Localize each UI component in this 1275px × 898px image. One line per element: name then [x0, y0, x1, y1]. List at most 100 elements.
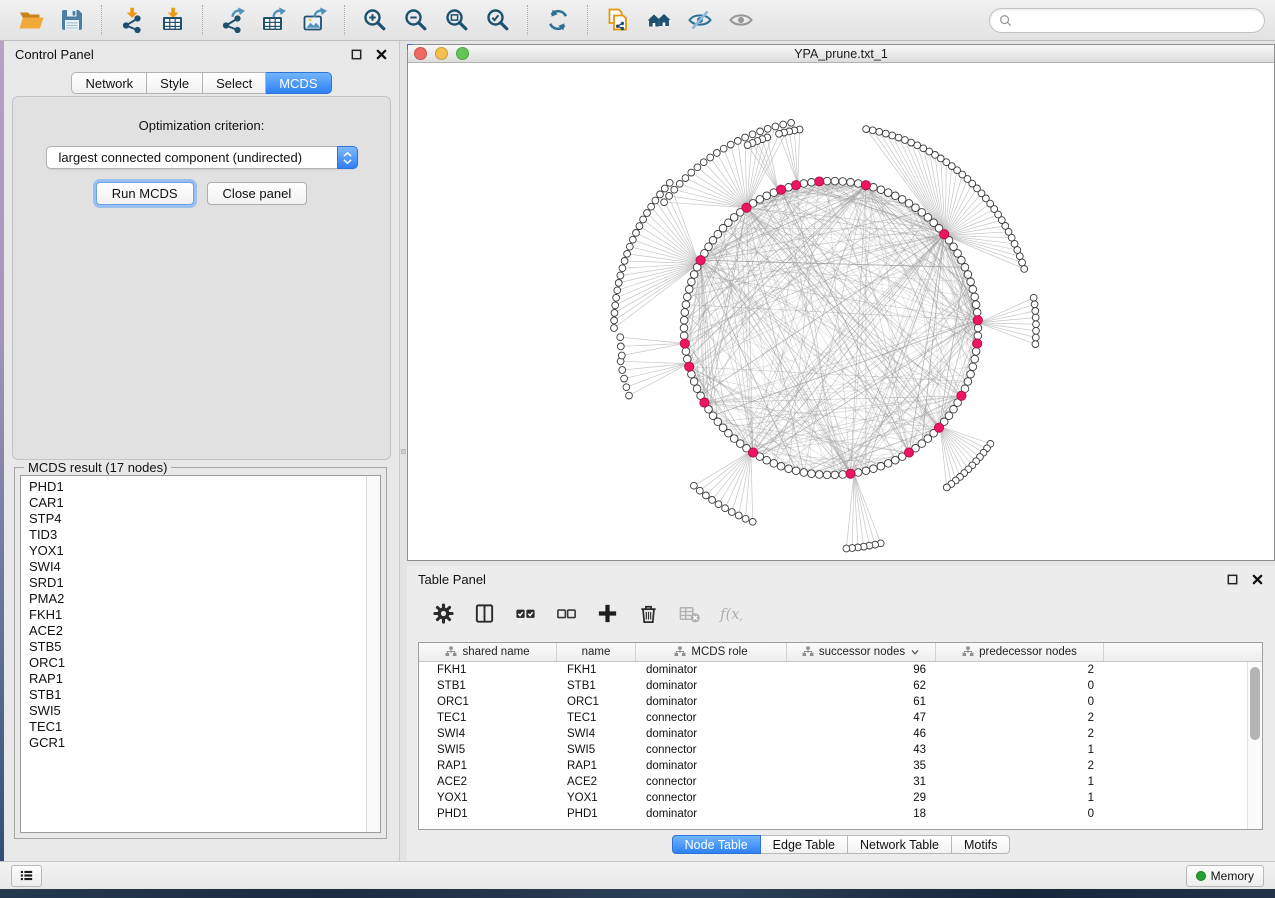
float-table-panel-button[interactable]	[1225, 572, 1239, 586]
zoom-fit-button[interactable]	[438, 4, 475, 37]
column-header-predecessor-nodes[interactable]: predecessor nodes	[936, 643, 1104, 661]
run-mcds-button[interactable]: Run MCDS	[96, 182, 194, 205]
tab-network[interactable]: Network	[71, 72, 147, 94]
zoom-out-button[interactable]	[397, 4, 434, 37]
network-graph	[408, 63, 1274, 560]
table-cell: STB1	[557, 680, 636, 692]
add-row-button[interactable]	[594, 600, 620, 626]
open-session-button[interactable]	[12, 4, 49, 37]
function-builder-button[interactable]: f(x)	[717, 600, 743, 626]
column-header-filler	[1104, 643, 1262, 661]
close-panel-button[interactable]	[374, 47, 388, 61]
result-list-item[interactable]: GCR1	[29, 735, 366, 751]
mcds-result-list[interactable]: PHD1CAR1STP4TID3YOX1SWI4SRD1PMA2FKH1ACE2…	[20, 475, 381, 833]
zoom-in-button[interactable]	[356, 4, 393, 37]
result-list-item[interactable]: PMA2	[29, 591, 366, 607]
result-list-item[interactable]: CAR1	[29, 495, 366, 511]
task-history-button[interactable]	[11, 865, 42, 887]
table-row[interactable]: FKH1FKH1dominator962	[419, 662, 1262, 678]
tab-style[interactable]: Style	[147, 72, 203, 94]
export-image-button[interactable]	[296, 4, 333, 37]
table-cell: ACE2	[419, 776, 557, 788]
table-row[interactable]: YOX1YOX1connector291	[419, 790, 1262, 806]
close-table-panel-button[interactable]	[1250, 572, 1264, 586]
table-scrollbar[interactable]	[1247, 662, 1262, 829]
network-overview-button[interactable]	[640, 4, 677, 37]
desktop-background-strip	[0, 41, 4, 880]
column-type-icon	[445, 646, 457, 658]
export-network-button[interactable]	[214, 4, 251, 37]
table-cell: 0	[936, 696, 1104, 708]
table-cell: 18	[787, 808, 936, 820]
table-cell: 1	[936, 776, 1104, 788]
table-cell: 31	[787, 776, 936, 788]
table-cell: SWI5	[419, 744, 557, 756]
tab-node-table[interactable]: Node Table	[672, 835, 761, 854]
table-row[interactable]: SWI5SWI5connector431	[419, 742, 1262, 758]
close-panel-action-button[interactable]: Close panel	[207, 182, 308, 205]
result-list-item[interactable]: SWI5	[29, 703, 366, 719]
memory-button[interactable]: Memory	[1186, 865, 1264, 887]
table-cell: 47	[787, 712, 936, 724]
tab-mcds[interactable]: MCDS	[266, 72, 331, 94]
close-window-button[interactable]	[414, 47, 427, 60]
table-scrollbar-thumb[interactable]	[1250, 667, 1260, 740]
search-box[interactable]	[989, 8, 1265, 33]
maximize-window-button[interactable]	[456, 47, 469, 60]
export-table-button[interactable]	[255, 4, 292, 37]
duplicate-network-button[interactable]	[599, 4, 636, 37]
column-header-name[interactable]: name	[557, 643, 636, 661]
result-list-item[interactable]: ORC1	[29, 655, 366, 671]
minimize-window-button[interactable]	[435, 47, 448, 60]
table-settings-button[interactable]	[430, 600, 456, 626]
duplicate-network-icon	[605, 7, 631, 33]
column-header-MCDS-role[interactable]: MCDS role	[636, 643, 787, 661]
result-list-item[interactable]: TEC1	[29, 719, 366, 735]
result-list-item[interactable]: SRD1	[29, 575, 366, 591]
mcds-result-scrollbar[interactable]	[366, 476, 380, 832]
show-graphics-details-button[interactable]	[722, 4, 759, 37]
table-cell: connector	[636, 776, 787, 788]
tab-network-table[interactable]: Network Table	[848, 835, 952, 854]
select-all-button[interactable]	[512, 600, 538, 626]
tab-edge-table[interactable]: Edge Table	[761, 835, 848, 854]
network-canvas[interactable]	[408, 63, 1274, 560]
tab-motifs[interactable]: Motifs	[952, 835, 1010, 854]
table-row[interactable]: SWI4SWI4dominator462	[419, 726, 1262, 742]
import-table-button[interactable]	[154, 4, 191, 37]
table-row[interactable]: ORC1ORC1dominator610	[419, 694, 1262, 710]
column-header-shared-name[interactable]: shared name	[419, 643, 557, 661]
table-row[interactable]: TEC1TEC1connector472	[419, 710, 1262, 726]
clear-table-button[interactable]	[676, 600, 702, 626]
table-settings-icon	[432, 602, 455, 625]
delete-row-button[interactable]	[635, 600, 661, 626]
import-network-button[interactable]	[113, 4, 150, 37]
show-columns-button[interactable]	[471, 600, 497, 626]
table-row[interactable]: RAP1RAP1dominator352	[419, 758, 1262, 774]
save-session-button[interactable]	[53, 4, 90, 37]
result-list-item[interactable]: FKH1	[29, 607, 366, 623]
tab-select[interactable]: Select	[203, 72, 266, 94]
column-header-successor-nodes[interactable]: successor nodes	[787, 643, 936, 661]
result-list-item[interactable]: RAP1	[29, 671, 366, 687]
network-window-titlebar[interactable]: YPA_prune.txt_1	[408, 45, 1274, 63]
table-row[interactable]: PHD1PHD1dominator180	[419, 806, 1262, 822]
deselect-all-button[interactable]	[553, 600, 579, 626]
result-list-item[interactable]: ACE2	[29, 623, 366, 639]
result-list-item[interactable]: SWI4	[29, 559, 366, 575]
table-row[interactable]: ACE2ACE2connector311	[419, 774, 1262, 790]
search-input[interactable]	[1017, 12, 1255, 28]
result-list-item[interactable]: YOX1	[29, 543, 366, 559]
table-row[interactable]: STB1STB1dominator620	[419, 678, 1262, 694]
result-list-item[interactable]: TID3	[29, 527, 366, 543]
result-list-item[interactable]: STB1	[29, 687, 366, 703]
panel-splitter[interactable]	[400, 41, 407, 861]
result-list-item[interactable]: STB5	[29, 639, 366, 655]
float-panel-button[interactable]	[349, 47, 363, 61]
zoom-selected-button[interactable]	[479, 4, 516, 37]
result-list-item[interactable]: STP4	[29, 511, 366, 527]
hide-graphics-details-button[interactable]	[681, 4, 718, 37]
optimization-criterion-select[interactable]: largest connected component (undirected)	[46, 146, 358, 169]
result-list-item[interactable]: PHD1	[29, 479, 366, 495]
refresh-layout-button[interactable]	[539, 4, 576, 37]
